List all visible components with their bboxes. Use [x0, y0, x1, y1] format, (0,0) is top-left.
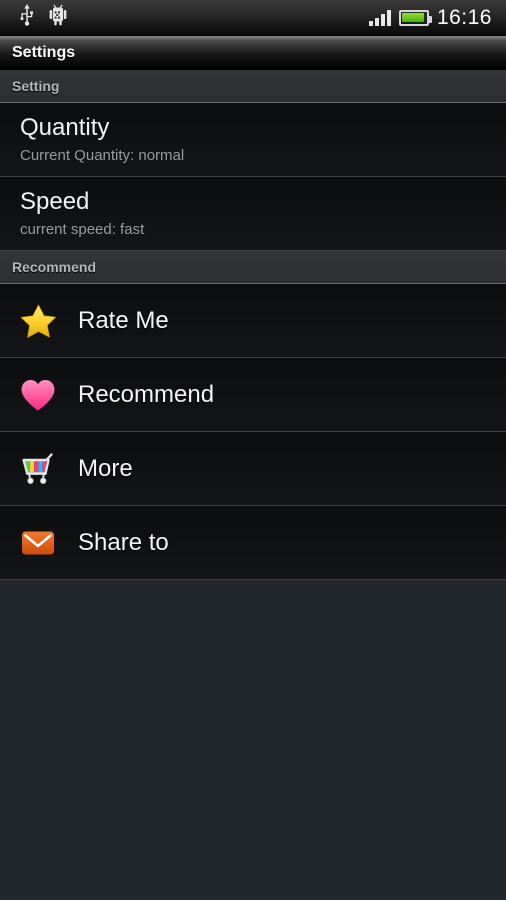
section-header-label: Recommend [12, 259, 97, 275]
section-header-label: Setting [12, 78, 60, 94]
shopping-cart-icon [18, 449, 58, 489]
quantity-summary: Current Quantity: normal [20, 146, 185, 164]
signal-strength-icon [368, 9, 391, 26]
heart-icon [18, 375, 58, 415]
speed-title: Speed [20, 188, 90, 216]
more-label: More [78, 454, 133, 482]
list-item-speed[interactable]: Speed current speed: fast [0, 177, 506, 251]
clock: 16:16 [436, 6, 492, 29]
battery-full-icon [398, 9, 432, 26]
phone-screen: 16:16 Settings Setting Quantity Current … [0, 0, 506, 900]
list-item-more[interactable]: More [0, 432, 506, 506]
section-header-setting: Setting [0, 70, 506, 103]
list-item-quantity[interactable]: Quantity Current Quantity: normal [0, 103, 506, 177]
star-icon [18, 301, 58, 341]
status-bar: 16:16 [0, 0, 506, 36]
page-title: Settings [12, 43, 76, 61]
empty-list-area [0, 580, 506, 856]
list-item-recommend[interactable]: Recommend [0, 358, 506, 432]
status-bar-left-icons [8, 4, 68, 31]
title-bar: Settings [0, 36, 506, 70]
settings-list: Setting Quantity Current Quantity: norma… [0, 70, 506, 856]
quantity-title: Quantity [20, 114, 110, 142]
recommend-label: Recommend [78, 380, 215, 408]
share-to-label: Share to [78, 528, 169, 556]
android-debug-icon [48, 4, 68, 31]
usb-icon [18, 4, 36, 31]
section-header-recommend: Recommend [0, 251, 506, 284]
rate-me-label: Rate Me [78, 306, 169, 334]
speed-summary: current speed: fast [20, 220, 145, 238]
mail-envelope-icon [18, 523, 58, 563]
status-bar-right: 16:16 [368, 6, 498, 29]
list-item-share-to[interactable]: Share to [0, 506, 506, 580]
list-item-rate-me[interactable]: Rate Me [0, 284, 506, 358]
